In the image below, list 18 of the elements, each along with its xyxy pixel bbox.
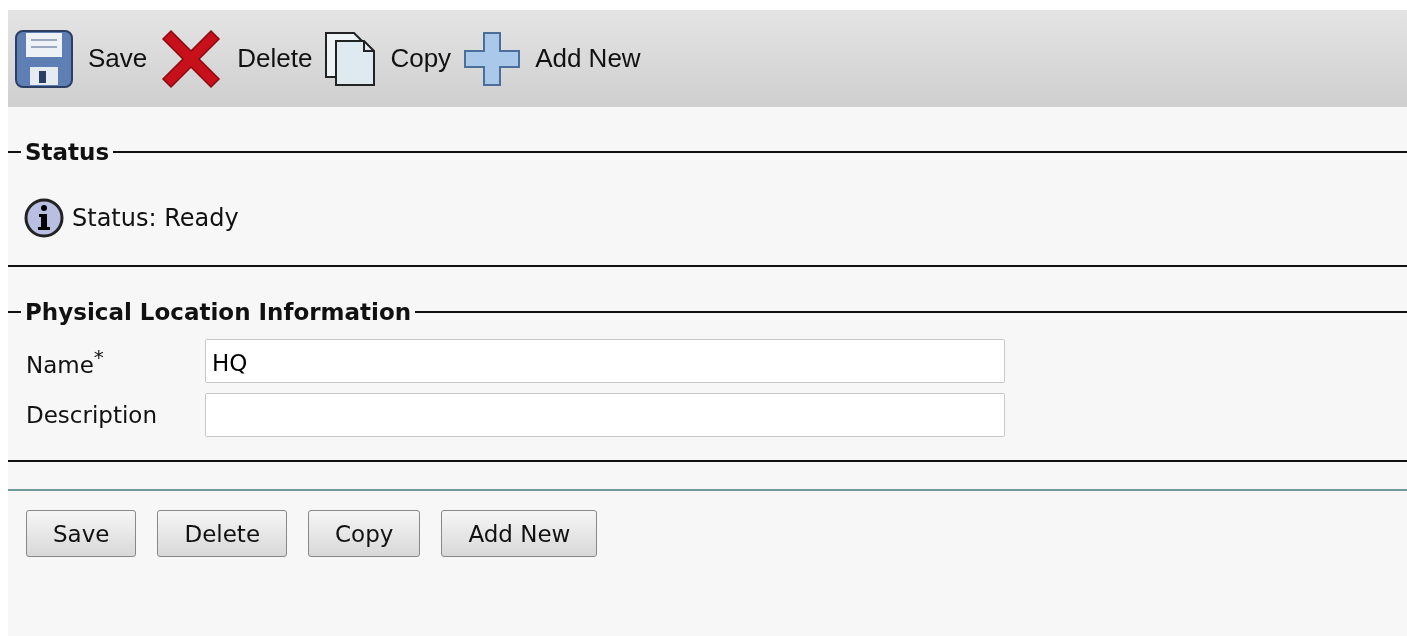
text-field[interactable]: HQ xyxy=(205,339,1005,383)
form-button[interactable]: Delete xyxy=(157,510,288,557)
section-title: Physical Location Information xyxy=(24,299,413,325)
field-label: Name$^{*}$ xyxy=(26,344,105,378)
form-button[interactable]: Save xyxy=(26,510,137,557)
text-field[interactable] xyxy=(205,393,1005,437)
form-button[interactable]: Add New xyxy=(441,510,598,557)
copy-icon xyxy=(324,30,377,87)
toolbar-button[interactable]: Add New xyxy=(463,30,641,87)
status-message: Status: Ready xyxy=(72,204,239,232)
section-title: Status xyxy=(24,139,111,165)
toolbar-button[interactable]: Copy xyxy=(324,30,452,87)
field-label: Description xyxy=(26,402,158,428)
plus-icon xyxy=(463,30,522,87)
toolbar-button[interactable]: Delete xyxy=(159,26,313,91)
info-icon xyxy=(24,198,64,238)
toolbar-button[interactable]: Save xyxy=(14,28,148,89)
form-button[interactable]: Copy xyxy=(308,510,421,557)
